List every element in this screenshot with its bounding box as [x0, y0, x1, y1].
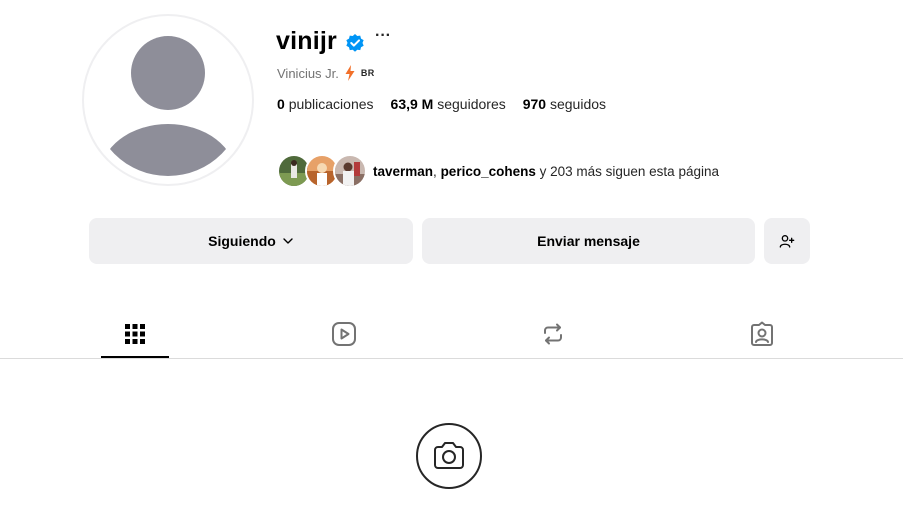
active-tab-indicator	[101, 356, 169, 358]
verified-badge-icon	[346, 34, 364, 52]
chevron-down-icon	[283, 238, 293, 244]
tagged-icon	[751, 321, 773, 346]
followed-by-text: taverman, perico_cohens y 203 más siguen…	[373, 163, 719, 179]
suggest-users-button[interactable]	[764, 218, 810, 264]
no-posts-placeholder	[416, 423, 482, 489]
following-label: Siguiendo	[208, 233, 276, 249]
profile-username: vinijr	[276, 27, 337, 55]
lightning-icon	[345, 65, 355, 81]
following-button[interactable]: Siguiendo	[89, 218, 413, 264]
avatar-placeholder	[92, 24, 244, 176]
full-name-row: Vinicius Jr. BR	[277, 65, 375, 81]
add-user-icon	[779, 235, 795, 248]
reposts-icon	[544, 323, 562, 345]
tab-reels[interactable]	[328, 318, 360, 350]
following-count[interactable]: 970 seguidos	[523, 96, 606, 112]
posts-grid-icon	[125, 324, 145, 344]
tab-posts[interactable]	[119, 318, 151, 350]
tabs-divider	[0, 358, 903, 359]
tab-reposts[interactable]	[537, 318, 569, 350]
followers-count[interactable]: 63,9 M seguidores	[391, 96, 506, 112]
camera-icon	[434, 442, 464, 469]
default-user-icon	[100, 36, 236, 176]
country-code: BR	[360, 68, 375, 78]
posts-count: 0 publicaciones	[277, 96, 374, 112]
more-options-button[interactable]: ···	[375, 27, 391, 45]
send-message-button[interactable]: Enviar mensaje	[422, 218, 755, 264]
follower-avatar	[333, 154, 367, 188]
profile-stats: 0 publicaciones 63,9 M seguidores 970 se…	[277, 96, 606, 112]
tab-tagged[interactable]	[746, 318, 778, 350]
profile-avatar[interactable]	[82, 14, 254, 186]
reels-icon	[332, 322, 356, 346]
full-name: Vinicius Jr.	[277, 65, 339, 81]
followed-by-row[interactable]: taverman, perico_cohens y 203 más siguen…	[277, 154, 719, 188]
